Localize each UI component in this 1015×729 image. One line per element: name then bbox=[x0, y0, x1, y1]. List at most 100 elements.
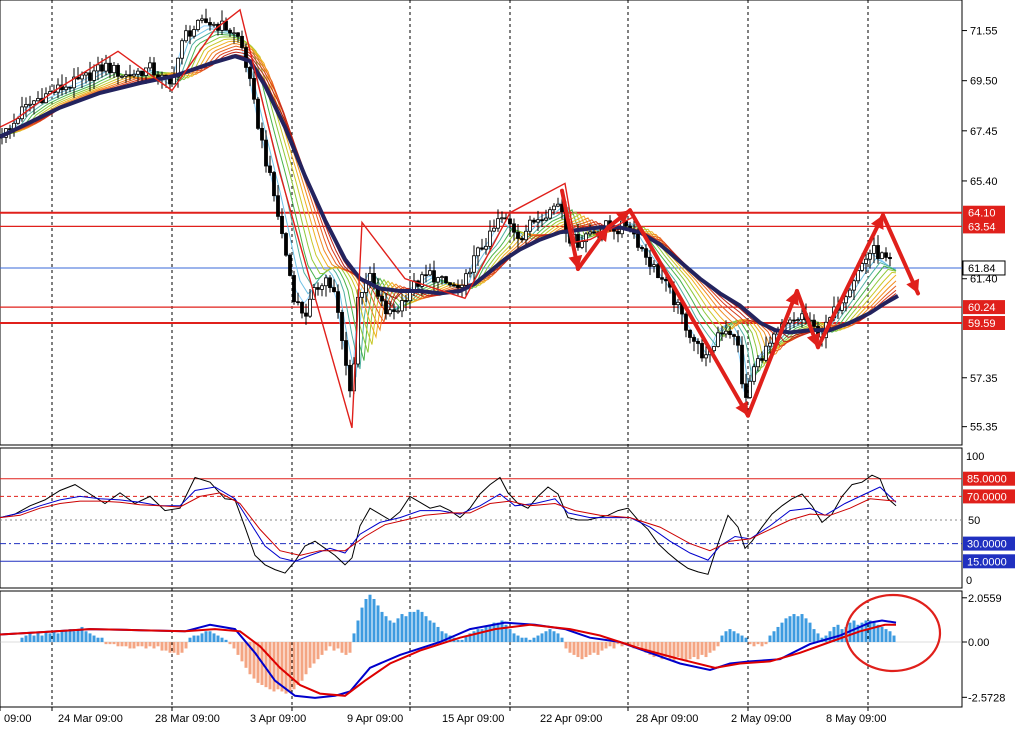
candle-body bbox=[188, 30, 192, 37]
macd-bar bbox=[296, 642, 300, 685]
time-tick-label: 15 Apr 09:00 bbox=[442, 713, 504, 725]
macd-bar bbox=[264, 642, 268, 688]
macd-bar bbox=[560, 637, 564, 642]
macd-bar bbox=[228, 642, 232, 645]
macd-bar bbox=[328, 642, 332, 647]
macd-bar bbox=[240, 642, 244, 662]
candle-body bbox=[224, 20, 228, 31]
macd-bar bbox=[288, 642, 292, 692]
macd-bar bbox=[152, 642, 156, 649]
candle-body bbox=[516, 231, 520, 239]
macd-bar bbox=[508, 629, 512, 642]
candle-body bbox=[396, 310, 400, 313]
macd-bar bbox=[380, 611, 384, 642]
candle-body bbox=[592, 231, 596, 234]
macd-bar bbox=[364, 599, 368, 642]
macd-bar bbox=[800, 614, 804, 642]
macd-bar bbox=[36, 633, 40, 642]
candle-body bbox=[20, 106, 24, 120]
macd-bar bbox=[196, 635, 200, 642]
macd-bar bbox=[608, 642, 612, 647]
candle-body bbox=[248, 67, 252, 79]
candle-body bbox=[348, 364, 352, 392]
time-tick-label: 24 Mar 09:00 bbox=[58, 713, 123, 725]
candle-body bbox=[616, 230, 620, 235]
macd-bar bbox=[812, 629, 816, 642]
candle-body bbox=[308, 298, 312, 317]
level-label: 63.54 bbox=[968, 221, 996, 233]
candle-body bbox=[300, 301, 304, 314]
macd-bar bbox=[76, 629, 80, 642]
candle-body bbox=[368, 273, 372, 282]
candle-body bbox=[640, 246, 644, 250]
candle-body bbox=[720, 332, 724, 335]
macd-bar bbox=[592, 642, 596, 653]
macd-bar bbox=[88, 633, 92, 642]
macd-bar bbox=[776, 626, 780, 642]
chart-background bbox=[0, 0, 1015, 729]
candle-body bbox=[388, 309, 392, 315]
macd-bar bbox=[580, 642, 584, 660]
candle-body bbox=[524, 230, 528, 241]
macd-bar bbox=[120, 642, 124, 647]
candle-body bbox=[328, 277, 332, 288]
candle-body bbox=[436, 277, 440, 283]
macd-bar bbox=[684, 642, 688, 662]
candle-body bbox=[476, 247, 480, 257]
time-tick-label: 28 Mar 09:00 bbox=[155, 713, 220, 725]
macd-bar bbox=[100, 637, 104, 642]
macd-bar bbox=[552, 631, 556, 642]
macd-bar bbox=[744, 637, 748, 642]
candle-body bbox=[588, 231, 592, 235]
candle-body bbox=[656, 264, 660, 279]
candle-body bbox=[232, 32, 236, 35]
candle-body bbox=[24, 104, 28, 108]
candle-body bbox=[428, 270, 432, 276]
macd-bar bbox=[524, 637, 528, 642]
macd-bar bbox=[888, 631, 892, 642]
level-label: 64.10 bbox=[968, 208, 996, 220]
macd-bar bbox=[144, 642, 148, 649]
macd-bar bbox=[788, 616, 792, 642]
macd-bar bbox=[456, 639, 460, 642]
candle-body bbox=[852, 280, 856, 291]
macd-bar bbox=[584, 642, 588, 658]
macd-bar bbox=[304, 642, 308, 675]
level-label: 60.24 bbox=[968, 302, 996, 314]
macd-bar bbox=[40, 635, 44, 642]
macd-bar bbox=[428, 620, 432, 642]
candle-body bbox=[792, 319, 796, 322]
macd-bar bbox=[732, 631, 736, 642]
macd-bar bbox=[600, 642, 604, 651]
macd-bar bbox=[20, 637, 24, 642]
candle-body bbox=[240, 35, 244, 48]
macd-bar bbox=[340, 642, 344, 653]
stochastic-level-label: 15.0000 bbox=[967, 556, 1007, 568]
candle-body bbox=[812, 319, 816, 327]
macd-bar bbox=[268, 642, 272, 690]
macd-bar bbox=[180, 642, 184, 653]
macd-bar bbox=[404, 616, 408, 642]
candle-body bbox=[112, 64, 116, 74]
macd-bar bbox=[416, 609, 420, 642]
time-tick-label: 3 Apr 09:00 bbox=[250, 713, 306, 725]
macd-bar bbox=[612, 642, 616, 649]
macd-bar bbox=[804, 618, 808, 642]
macd-bar bbox=[720, 635, 724, 642]
macd-axis-label: 2.0559 bbox=[968, 593, 1002, 605]
candle-body bbox=[400, 300, 404, 312]
macd-bar bbox=[556, 633, 560, 642]
candle-body bbox=[404, 300, 408, 302]
candle-body bbox=[460, 284, 464, 288]
macd-bar bbox=[184, 642, 188, 649]
macd-bar bbox=[396, 618, 400, 642]
candle-body bbox=[548, 209, 552, 219]
candle-body bbox=[472, 255, 476, 273]
price-tick-label: 57.35 bbox=[970, 373, 998, 385]
candle-body bbox=[200, 18, 204, 21]
macd-bar bbox=[348, 642, 352, 653]
macd-bar bbox=[636, 642, 640, 647]
candle-body bbox=[764, 345, 768, 361]
macd-bar bbox=[316, 642, 320, 660]
macd-bar bbox=[512, 633, 516, 642]
